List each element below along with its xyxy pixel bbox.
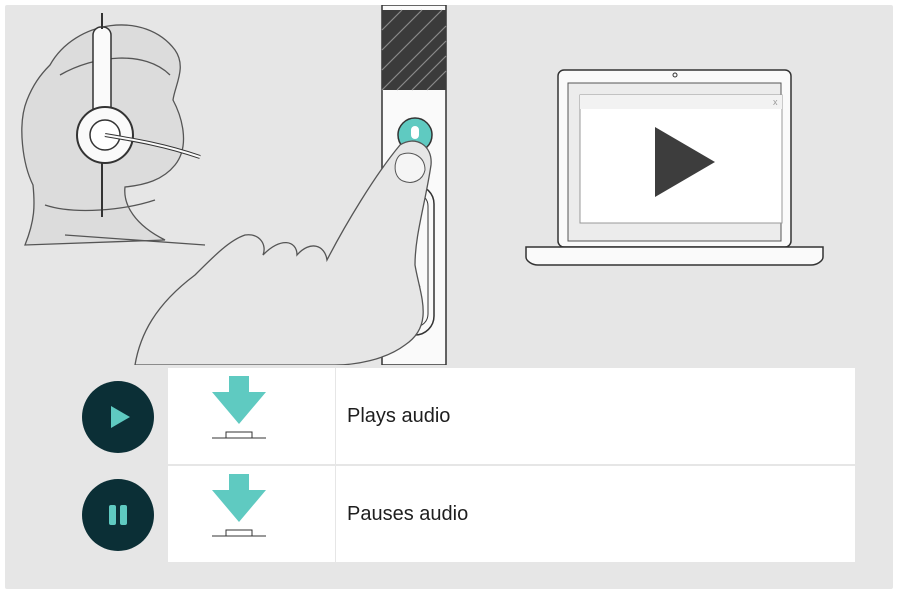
state-cell	[65, 466, 168, 562]
illustration: x	[21, 5, 824, 365]
svg-text:x: x	[773, 97, 778, 107]
column-divider	[335, 368, 336, 464]
table-row: Plays audio	[65, 368, 855, 464]
figure-panel: x Plays audio Pauses audio	[5, 5, 893, 589]
table-row: Pauses audio	[65, 466, 855, 562]
play-icon	[82, 381, 154, 453]
press-button-icon	[168, 368, 335, 464]
laptop-icon: x	[525, 69, 824, 266]
press-button-icon	[168, 466, 335, 562]
function-table: Plays audio Pauses audio	[65, 368, 855, 562]
column-divider	[335, 466, 336, 562]
pause-icon	[82, 479, 154, 551]
row-label: Plays audio	[347, 405, 451, 427]
hand-pressing-icon	[134, 140, 432, 365]
row-label: Pauses audio	[347, 503, 469, 525]
state-cell	[65, 368, 168, 464]
